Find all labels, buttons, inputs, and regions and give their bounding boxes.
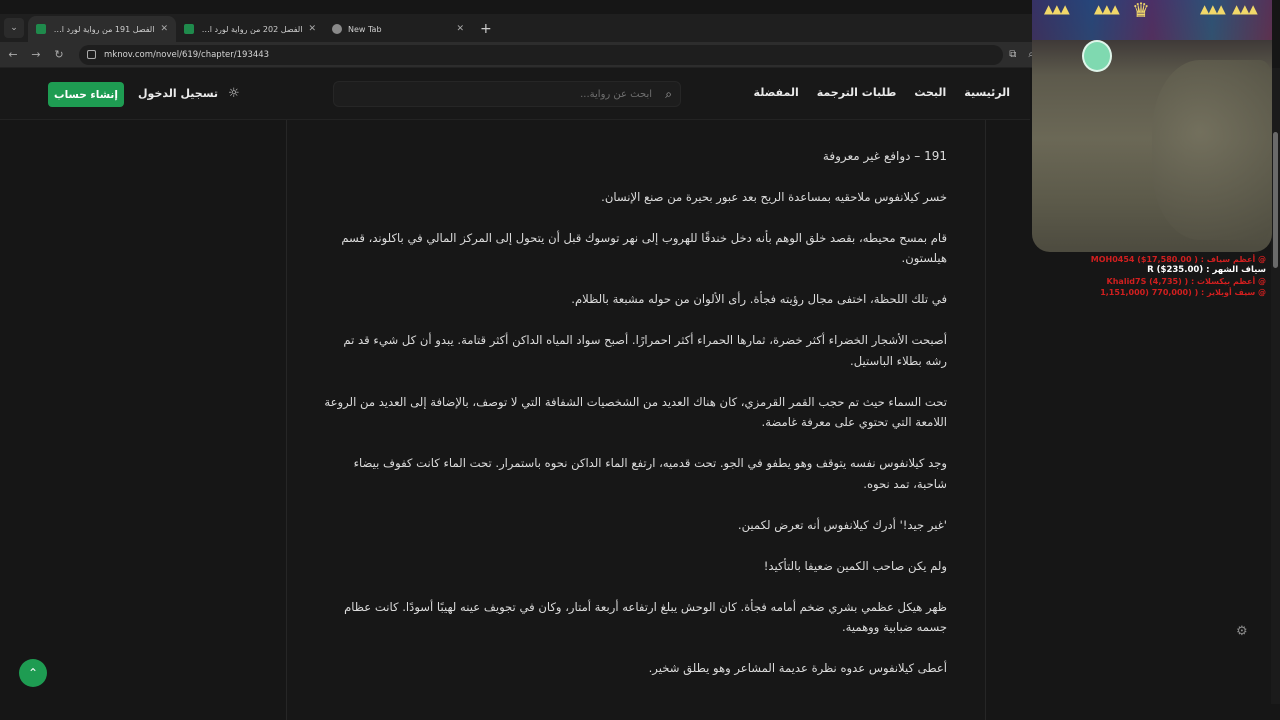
- login-link[interactable]: تسجيل الدخول: [138, 87, 218, 100]
- tab-search-dropdown-icon[interactable]: ⌄: [4, 18, 24, 38]
- back-arrow-icon[interactable]: ←: [3, 48, 23, 61]
- address-bar: ← → ↻ mknov.com/novel/619/chapter/193443…: [0, 42, 1040, 68]
- chapter-paragraph: أصبحت الأشجار الخضراء أكثر خضرة، ثمارها …: [343, 333, 947, 368]
- crown-decoration-icon: ▲▲▲: [1044, 2, 1070, 16]
- chapter-paragraph: تحت السماء حيث تم حجب القمر القرمزي، كان…: [324, 394, 947, 430]
- chapter-container: 191 – دوافع غير معروفة خسر كيلانفوس ملاح…: [286, 120, 986, 720]
- donor-line: سياف الشهر : (R ($235.00: [1147, 265, 1266, 275]
- chapter-paragraph: خسر كيلانفوس ملاحقيه بمساعدة الريح بعد ع…: [601, 189, 947, 204]
- couch-cushion: [1152, 60, 1272, 240]
- translate-icon[interactable]: ⧉: [1009, 49, 1016, 60]
- tab-chapter-191[interactable]: الفصل 191 من رواية لورد الفوا... ✕: [28, 16, 176, 42]
- menu-home[interactable]: الرئيسية: [964, 86, 1010, 99]
- scrollbar-thumb[interactable]: [1273, 132, 1278, 268]
- new-tab-icon[interactable]: +: [480, 21, 492, 37]
- chrome-icon: [332, 24, 342, 34]
- chapter-paragraph: قام بمسح محيطه، بقصد خلق الوهم بأنه دخل …: [341, 230, 947, 266]
- sun-icon[interactable]: ☼: [228, 86, 240, 101]
- chapter-paragraph: أعطى كيلانفوس عدوه نظرة عديمة المشاعر وه…: [648, 661, 947, 675]
- site-favicon-icon: [36, 24, 46, 34]
- chapter-text: 191 – دوافع غير معروفة خسر كيلانفوس ملاح…: [321, 146, 947, 699]
- screen: ⌄ الفصل 191 من رواية لورد الفوا... ✕ الف…: [0, 0, 1280, 720]
- mascot-avatar: [1082, 40, 1112, 72]
- crown-logo-icon: ♛: [1132, 0, 1150, 22]
- crown-decoration-icon: ▲▲▲: [1094, 2, 1120, 16]
- crown-decoration-icon: ▲▲▲: [1200, 2, 1226, 16]
- tab-title: الفصل 202 من رواية لورد الفوا...: [200, 24, 303, 34]
- chevron-up-icon: ⌃: [27, 666, 39, 680]
- browser-tab-bar: ⌄ الفصل 191 من رواية لورد الفوا... ✕ الف…: [0, 14, 1040, 42]
- site-header: الرئيسية البحث طلبات الترجمة المفضلة ⌕ ☼…: [0, 68, 1030, 120]
- site-favicon-icon: [184, 24, 194, 34]
- site-info-icon[interactable]: [87, 50, 96, 59]
- chapter-paragraph: ولم يكن صاحب الكمين ضعيفا بالتأكيد!: [763, 558, 947, 573]
- donor-line: @ سيف أوبلاير : ( (770,000 (1,151,000: [1100, 288, 1266, 297]
- tab-new-tab[interactable]: New Tab ✕: [324, 16, 472, 42]
- main-menu: الرئيسية البحث طلبات الترجمة المفضلة: [754, 86, 1010, 99]
- webcam-overlay: ▲▲▲ ▲▲▲ ♛ ▲▲▲ ▲▲▲: [1032, 0, 1272, 252]
- menu-translation-requests[interactable]: طلبات الترجمة: [817, 86, 897, 99]
- donor-line: @ أعظم بيكسلات : ( (Khalid7S (4,735: [1106, 277, 1266, 286]
- tab-title: الفصل 191 من رواية لورد الفوا...: [52, 24, 155, 34]
- tab-chapter-202[interactable]: الفصل 202 من رواية لورد الفوا... ✕: [176, 16, 324, 42]
- donor-list: @ أعظم سياف : ( MOH0454 ($17,580.00 سياف…: [1066, 254, 1266, 298]
- register-button[interactable]: إنشاء حساب: [48, 82, 124, 107]
- tab-close-icon[interactable]: ✕: [308, 24, 316, 34]
- url-text: mknov.com/novel/619/chapter/193443: [104, 49, 270, 60]
- page-scrollbar[interactable]: [1271, 68, 1280, 704]
- gear-icon[interactable]: ⚙: [1236, 624, 1248, 639]
- menu-search[interactable]: البحث: [914, 86, 946, 99]
- tab-title: New Tab: [348, 24, 382, 34]
- search-input[interactable]: [352, 82, 652, 106]
- search-box: ⌕: [333, 81, 681, 107]
- scroll-top-button[interactable]: ⌃: [19, 659, 47, 687]
- chapter-paragraph: وجد كيلانفوس نفسه يتوقف وهو يطفو في الجو…: [353, 456, 947, 491]
- tab-close-icon[interactable]: ✕: [456, 24, 464, 34]
- chapter-paragraph: ظهر هيكل عظمي بشري ضخم أمامه فجأة. كان ا…: [344, 599, 947, 635]
- reload-icon[interactable]: ↻: [49, 48, 69, 61]
- chapter-title: 191 – دوافع غير معروفة: [822, 149, 947, 163]
- donor-line: @ أعظم سياف : ( MOH0454 ($17,580.00: [1090, 255, 1266, 264]
- crown-decoration-icon: ▲▲▲: [1232, 2, 1258, 16]
- forward-arrow-icon[interactable]: →: [26, 48, 46, 61]
- menu-favorites[interactable]: المفضلة: [754, 86, 799, 99]
- url-field[interactable]: mknov.com/novel/619/chapter/193443: [79, 44, 1004, 65]
- tab-close-icon[interactable]: ✕: [160, 24, 168, 34]
- chapter-paragraph: 'غير جيد!' أدرك كيلانفوس أنه تعرض لكمين.: [737, 517, 947, 532]
- chapter-paragraph: في تلك اللحظة، اختفى مجال رؤيته فجأة. رأ…: [571, 292, 947, 306]
- search-icon[interactable]: ⌕: [665, 87, 672, 102]
